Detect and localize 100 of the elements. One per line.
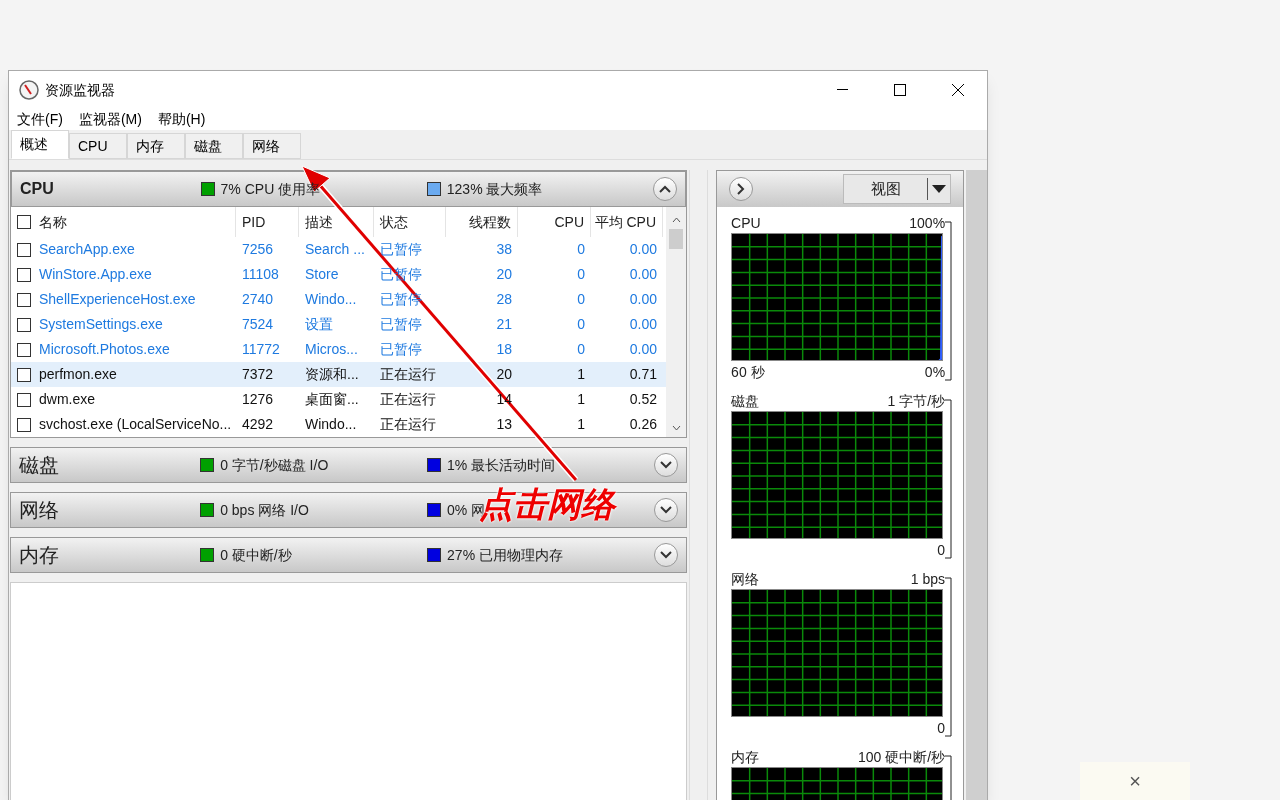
table-cell-text: 0.71 (629, 365, 657, 384)
table-cell-text: 设置 (305, 315, 333, 334)
table-cell-text: 11108 (242, 265, 279, 284)
table-cell-text: perfmon.exe (39, 365, 117, 384)
table-cell-text: 0 (577, 315, 585, 334)
section-header[interactable]: CPU 7% CPU 使用率 123% 最大频率 (11, 171, 686, 207)
table-cell-text: 0 (577, 240, 585, 259)
graph-title: 内存 (731, 748, 760, 767)
section-title: 磁盘 (19, 453, 60, 478)
table-cell-text: 11772 (242, 340, 280, 359)
section-title: 内存 (19, 543, 60, 568)
tab[interactable]: 内存 (127, 133, 185, 159)
scrollbar[interactable] (666, 207, 686, 437)
checkbox[interactable] (17, 267, 31, 282)
table-cell-text: 38 (496, 240, 512, 259)
checkbox[interactable] (17, 242, 31, 257)
chevron-down-icon (660, 461, 672, 469)
dropdown-arrow-icon (932, 185, 947, 193)
checkbox[interactable] (17, 317, 31, 332)
section-header[interactable]: 磁盘 0 字节/秒磁盘 I/O 1% 最长活动时间 (10, 447, 687, 483)
close-icon (952, 84, 964, 96)
table-cell-text: 正在运行 (380, 365, 436, 384)
stat-label: 27% 已用物理内存 (447, 545, 563, 565)
expand-button[interactable] (654, 453, 678, 477)
scrollbar-thumb[interactable] (669, 229, 683, 249)
table-cell-text: 7524 (242, 315, 274, 334)
table-cell-text: 已暂停 (380, 315, 422, 334)
table-cell-text: 13 (496, 415, 512, 434)
checkbox[interactable] (17, 392, 31, 407)
table-cell-text: Windo... (305, 290, 357, 309)
column-header[interactable]: 线程数 (469, 211, 511, 233)
table-cell-text: svchost.exe (LocalServiceNo... (39, 415, 232, 434)
checkbox[interactable] (17, 215, 31, 229)
table-cell-text: WinStore.App.exe (39, 265, 152, 284)
menu-item[interactable]: 帮助(H) (157, 109, 206, 130)
column-header[interactable]: 描述 (305, 211, 333, 233)
graph-title: CPU (731, 214, 761, 233)
table-cell-text: 0.00 (629, 290, 657, 309)
scale-bracket-icon (945, 221, 954, 381)
scrollbar[interactable] (966, 170, 987, 800)
checkbox[interactable] (17, 367, 31, 382)
table-cell-text: 已暂停 (380, 240, 422, 259)
table-cell-text: 0.52 (629, 390, 657, 409)
section-title: CPU (20, 179, 55, 199)
tab[interactable]: 网络 (243, 133, 301, 159)
table-cell-text: 0 (577, 265, 585, 284)
checkbox[interactable] (17, 292, 31, 307)
table-cell-text: 0 (577, 290, 585, 309)
column-header[interactable]: 状态 (380, 211, 408, 233)
table-cell-text: SystemSettings.exe (39, 315, 163, 334)
menu-item[interactable]: 监视器(M) (78, 109, 142, 130)
table-cell-text: 20 (496, 365, 512, 384)
minimize-icon (836, 89, 848, 91)
chevron-right-icon (737, 183, 746, 195)
scale-bracket-icon (945, 577, 954, 737)
chevron-down-icon (660, 551, 672, 559)
table-cell-text: SearchApp.exe (39, 240, 135, 259)
expand-button[interactable] (654, 498, 678, 522)
view-dropdown[interactable]: 视图 (843, 174, 952, 204)
table-cell-text: dwm.exe (39, 390, 96, 409)
menu-item[interactable]: 文件(F) (17, 109, 63, 130)
table-cell-text: 1 (577, 365, 585, 384)
table-cell-text: 0 (577, 340, 585, 359)
table-cell-text: 1276 (242, 390, 274, 409)
scale-bracket-icon (945, 399, 954, 559)
gauge-icon (19, 80, 39, 100)
close-button[interactable]: × (1129, 771, 1141, 791)
expand-button[interactable] (729, 177, 754, 201)
stat-label: 1% 最长活动时间 (447, 455, 556, 475)
stat-label: 0 bps 网络 I/O (220, 500, 309, 520)
table-cell-text: 7372 (242, 365, 274, 384)
table-cell-text: Store (305, 265, 339, 284)
tab[interactable]: 概述 (11, 130, 69, 159)
chevron-down-icon (660, 506, 672, 514)
table-cell-text: Microsoft.Photos.exe (39, 340, 170, 359)
window-title: 资源监视器 (45, 80, 115, 100)
table-cell-text: 1 (577, 415, 585, 434)
column-header[interactable]: 名称 (39, 211, 67, 233)
scroll-down-icon (671, 425, 681, 431)
checkbox[interactable] (17, 417, 31, 432)
table-cell-text: 0.00 (629, 265, 657, 284)
table-cell-text: 2740 (242, 290, 274, 309)
tab[interactable]: 磁盘 (185, 133, 243, 159)
table-cell-text: 0.00 (629, 240, 657, 259)
column-header[interactable]: PID (242, 211, 266, 233)
scroll-up-icon (671, 217, 681, 223)
table-cell-text: 正在运行 (380, 390, 436, 409)
section-header[interactable]: 内存 0 硬中断/秒 27% 已用物理内存 (10, 537, 687, 573)
stat-label: 0 字节/秒磁盘 I/O (220, 455, 329, 475)
table-cell-text: Micros... (305, 340, 358, 359)
table-cell-text: Search ... (305, 240, 365, 259)
collapse-button[interactable] (653, 177, 677, 201)
column-header[interactable]: 平均 CPU (594, 211, 656, 233)
column-header[interactable]: CPU (554, 211, 584, 233)
expand-button[interactable] (654, 543, 678, 567)
tab[interactable]: CPU (69, 133, 127, 159)
checkbox[interactable] (17, 342, 31, 357)
table-cell-text: Windo... (305, 415, 357, 434)
table-cell-text: 已暂停 (380, 340, 422, 359)
table-cell-text: 资源和... (305, 365, 359, 384)
